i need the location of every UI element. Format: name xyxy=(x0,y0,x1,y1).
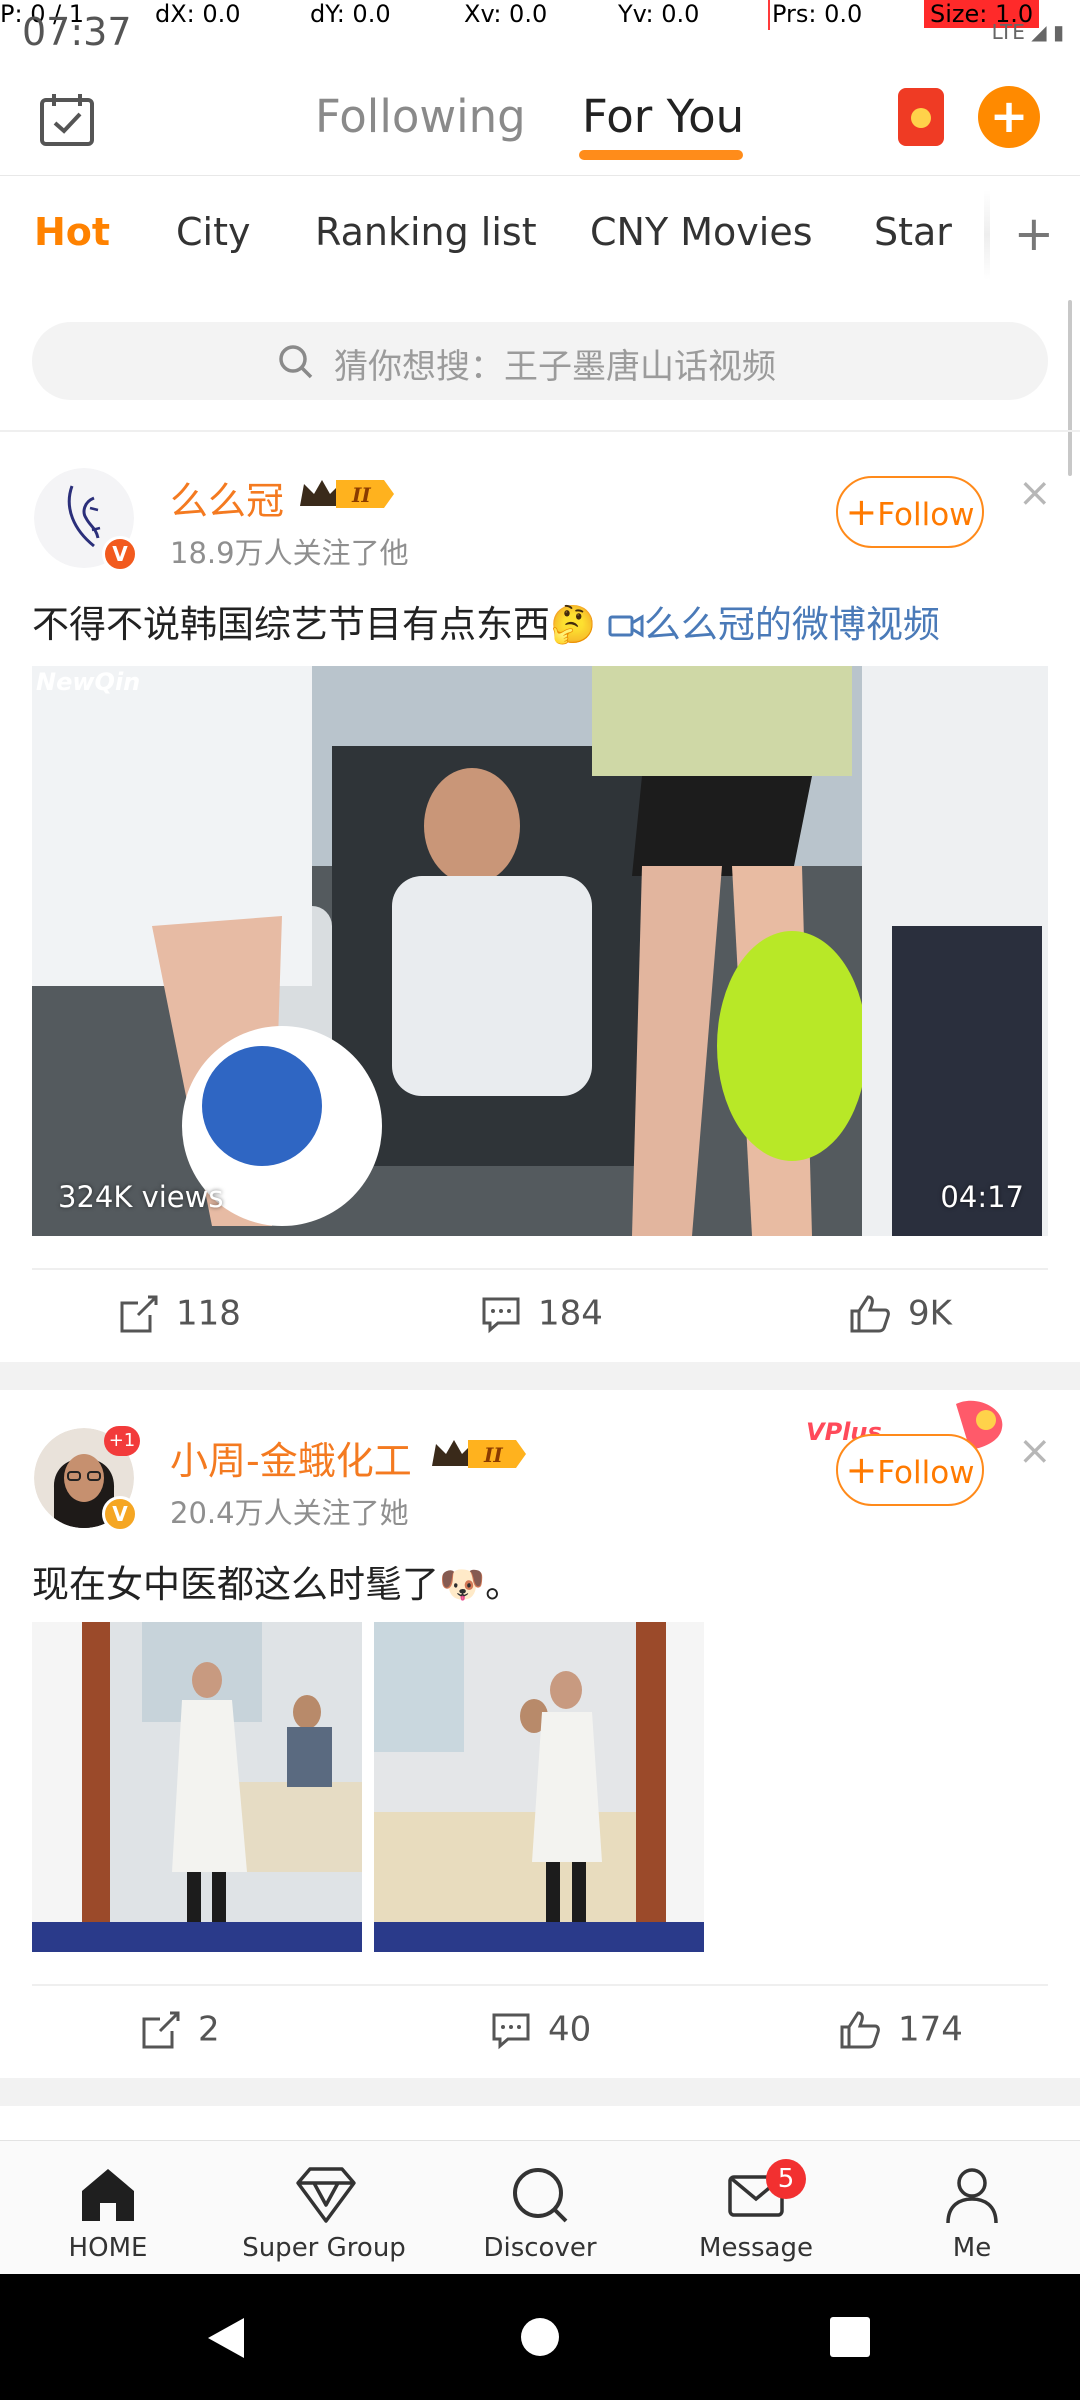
comment-button[interactable]: 184 xyxy=(480,1292,603,1335)
post-separator xyxy=(0,1362,1080,1390)
verified-badge: V xyxy=(102,536,138,572)
scrollbar[interactable] xyxy=(1068,300,1072,476)
thumbs-up-icon xyxy=(850,1294,890,1332)
like-button[interactable]: 9K xyxy=(848,1292,952,1335)
search-icon xyxy=(513,2168,568,2223)
debug-prs: Prs: 0.0 xyxy=(772,0,863,28)
verified-badge: V xyxy=(102,1496,138,1532)
comment-icon xyxy=(492,2013,530,2049)
tab-for-you[interactable]: For You xyxy=(582,90,744,143)
svg-text:II: II xyxy=(483,1443,503,1467)
username[interactable]: 么么冠 xyxy=(170,470,284,525)
person-icon xyxy=(946,2168,998,2224)
share-icon xyxy=(142,2011,180,2048)
video-camera-icon xyxy=(608,614,644,638)
nav-me[interactable]: Me xyxy=(864,2141,1080,2275)
video-watermark: NewQin xyxy=(36,668,141,696)
status-network: LTE ◢ ▮ xyxy=(991,20,1064,44)
post-image[interactable] xyxy=(374,1622,704,1952)
video-duration: 04:17 xyxy=(940,1180,1024,1214)
channel-divider xyxy=(984,190,990,280)
calendar-check-icon[interactable] xyxy=(38,90,96,148)
channel-star[interactable]: Star xyxy=(874,210,952,254)
search-placeholder: 猜你想搜：王子墨唐山话视频 xyxy=(334,347,776,387)
avatar[interactable]: +1 V xyxy=(34,1426,140,1532)
follow-button[interactable]: +Follow xyxy=(836,476,984,548)
follower-count: 18.9万人关注了他 xyxy=(170,536,409,570)
message-badge: 5 xyxy=(766,2159,806,2199)
top-header: Following For You + xyxy=(0,60,1080,176)
close-icon[interactable]: × xyxy=(1018,1428,1052,1474)
post-text: 现在女中医都这么时髦了🐶。 xyxy=(32,1563,523,1606)
back-icon[interactable] xyxy=(204,2314,248,2362)
share-button[interactable]: 2 xyxy=(140,2008,220,2051)
home-icon xyxy=(82,2169,134,2221)
pointer-debug-bar: P: 0 / 1 dX: 0.0 dY: 0.0 Xv: 0.0 Yv: 0.0… xyxy=(0,0,1080,30)
close-icon[interactable]: × xyxy=(1018,470,1052,516)
compose-plus-icon[interactable]: + xyxy=(978,86,1040,148)
active-tab-indicator xyxy=(579,150,743,160)
channel-hot[interactable]: Hot xyxy=(34,210,110,254)
post-separator xyxy=(0,2078,1080,2106)
comment-button[interactable]: 40 xyxy=(490,2008,591,2051)
nav-home-label: HOME xyxy=(68,2233,148,2263)
nav-super-group-label: Super Group xyxy=(242,2233,406,2263)
debug-divider xyxy=(768,0,770,30)
new-badge: +1 xyxy=(104,1426,140,1456)
divider xyxy=(32,1268,1048,1270)
avatar[interactable]: V xyxy=(34,468,138,572)
svg-text:II: II xyxy=(351,483,371,507)
follower-count: 20.4万人关注了她 xyxy=(170,1496,409,1530)
username[interactable]: 小周-金蛾化工 xyxy=(170,1430,412,1485)
thumbs-up-icon xyxy=(840,2010,880,2048)
rank-crown-icon: II xyxy=(300,480,394,508)
nav-message-label: Message xyxy=(699,2233,813,2263)
recents-icon[interactable] xyxy=(830,2317,870,2357)
nav-home[interactable]: HOME xyxy=(0,2141,216,2275)
video-thumbnail[interactable]: NewQin 324K views 04:17 xyxy=(32,666,1048,1236)
channel-tabs: Hot City Ranking list CNY Movies Star + xyxy=(0,176,1080,296)
status-time: 07:37 xyxy=(22,10,132,54)
home-circle-icon[interactable] xyxy=(519,2316,561,2358)
share-button[interactable]: 118 xyxy=(118,1292,241,1335)
rank-crown-icon: II xyxy=(432,1440,526,1468)
search-input[interactable]: 猜你想搜：王子墨唐山话视频 xyxy=(32,322,1048,400)
like-button[interactable]: 174 xyxy=(838,2008,963,2051)
nav-discover[interactable]: Discover xyxy=(432,2141,648,2275)
debug-dx: dX: 0.0 xyxy=(155,0,241,28)
photo-image xyxy=(32,1622,362,1952)
post-text: 不得不说韩国综艺节目有点东西🤔 么么冠的微博视频 xyxy=(32,603,940,646)
channel-city[interactable]: City xyxy=(176,210,250,254)
follow-button[interactable]: +Follow xyxy=(836,1434,984,1506)
comment-icon xyxy=(482,1297,520,1333)
nav-message[interactable]: 5 Message xyxy=(648,2141,864,2275)
debug-dy: dY: 0.0 xyxy=(310,0,391,28)
add-channel-icon[interactable]: + xyxy=(1014,206,1054,262)
post-image[interactable] xyxy=(32,1622,362,1952)
search-icon xyxy=(279,345,313,379)
red-packet-icon[interactable] xyxy=(898,88,944,146)
nav-super-group[interactable]: Super Group xyxy=(216,2141,432,2275)
video-link[interactable]: 么么冠的微博视频 xyxy=(608,603,940,646)
video-views: 324K views xyxy=(58,1180,224,1214)
divider xyxy=(0,430,1080,432)
system-navigation-bar xyxy=(0,2274,1080,2400)
debug-yv: Yv: 0.0 xyxy=(618,0,700,28)
bottom-navigation: HOME Super Group Discover 5 Message Me xyxy=(0,2140,1080,2274)
debug-xv: Xv: 0.0 xyxy=(464,0,548,28)
video-frame-image xyxy=(32,666,1048,1236)
divider xyxy=(32,1984,1048,1986)
photo-image xyxy=(374,1622,704,1952)
nav-discover-label: Discover xyxy=(483,2233,597,2263)
channel-cny-movies[interactable]: CNY Movies xyxy=(590,210,813,254)
tab-following[interactable]: Following xyxy=(315,90,526,143)
channel-ranking-list[interactable]: Ranking list xyxy=(315,210,537,254)
nav-me-label: Me xyxy=(952,2233,992,2263)
share-icon xyxy=(120,1295,158,1332)
diamond-icon xyxy=(296,2167,356,2223)
